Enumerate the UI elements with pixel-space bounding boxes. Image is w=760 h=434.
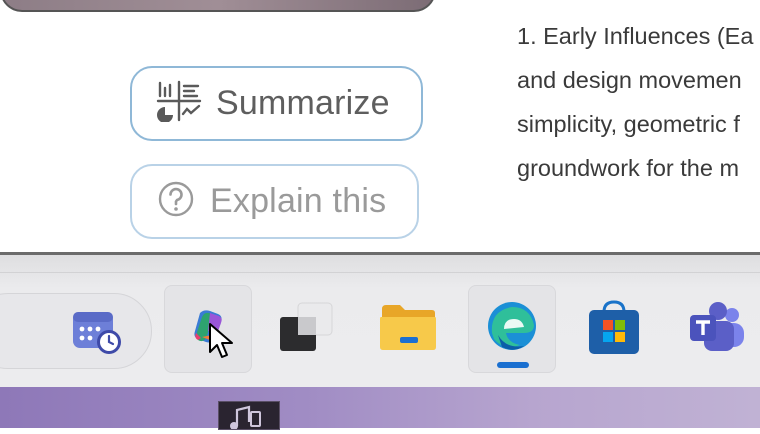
taskbar-file-explorer[interactable] [364,285,452,373]
teams-icon [686,301,746,358]
image-preview [0,0,436,12]
widget-pill[interactable] [0,293,152,369]
desktop-wallpaper [0,387,760,428]
edge-icon [484,299,540,360]
taskbar-task-view[interactable] [262,285,350,373]
store-icon [586,298,642,361]
mouse-cursor-icon [208,322,236,367]
document-line: simplicity, geometric f [517,111,740,137]
summarize-chart-icon [156,80,202,127]
document-line: and design movemen [517,67,742,93]
explain-this-button[interactable]: Explain this [130,164,419,239]
taskbar-divider [0,272,760,273]
calendar-clock-icon [71,308,127,361]
document-pane: Summarize Explain this 1. Early Influenc… [0,0,760,252]
active-app-indicator [497,362,529,368]
folder-icon [378,301,438,358]
document-line: groundwork for the m [517,155,740,181]
taskbar-teams[interactable] [672,285,760,373]
question-circle-icon [156,179,196,224]
document-line: 1. Early Influences (Ea [517,23,754,49]
summarize-button[interactable]: Summarize [130,66,423,141]
summarize-label: Summarize [216,84,390,122]
explain-this-label: Explain this [210,182,387,220]
taskbar-microsoft-store[interactable] [570,285,658,373]
music-app-icon[interactable] [218,401,280,430]
document-text: 1. Early Influences (Ea and design movem… [517,14,760,190]
task-view-icon [276,299,336,360]
taskbar [0,255,760,387]
taskbar-edge[interactable] [468,285,556,373]
